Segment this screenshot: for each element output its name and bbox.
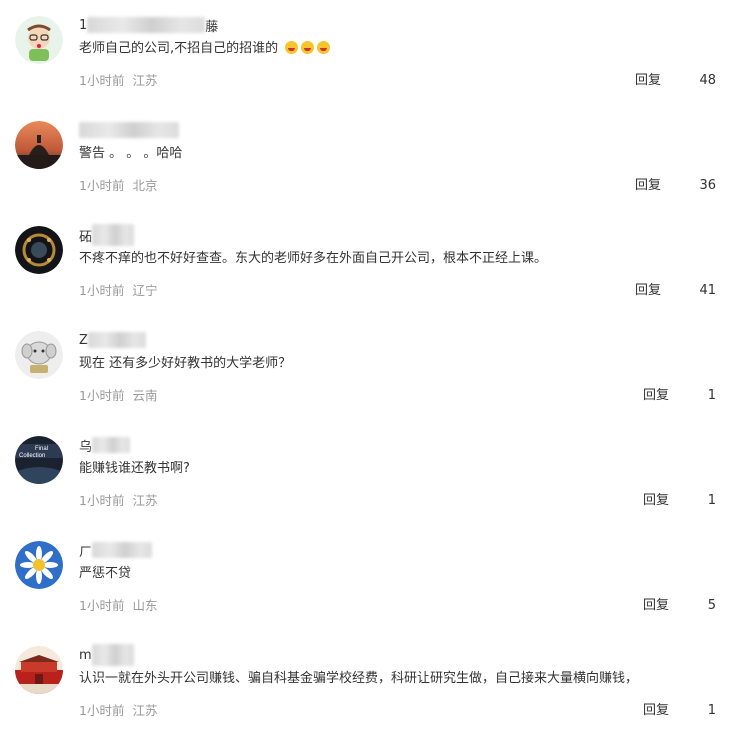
comment-item: m 认识一就在外头开公司赚钱、骗自科基金骗学校经费，科研让研究生做，自己接来大量… xyxy=(0,644,733,751)
like-count[interactable]: 1 xyxy=(708,492,716,510)
comment-meta: 1小时前 江苏 xyxy=(79,492,157,510)
comment-item: 警告 。 。 。哈哈 1小时前 北京 回复 36 xyxy=(0,121,733,226)
avatar[interactable]: Final Collection xyxy=(15,436,63,484)
comment-location: 山东 xyxy=(132,598,158,613)
like-count[interactable]: 48 xyxy=(699,72,716,90)
username-visible: 乌 xyxy=(79,439,93,455)
avatar[interactable] xyxy=(15,121,63,169)
username-blurred xyxy=(87,332,146,348)
comment-item: ㄏ 严惩不贷 1小时前 山东 回复 5 xyxy=(0,541,733,646)
username[interactable]: 乌 xyxy=(79,436,131,455)
comment-text: 老师自己的公司,不招自己的招谁的 xyxy=(79,40,331,58)
like-count[interactable]: 36 xyxy=(699,177,716,195)
comment-location: 江苏 xyxy=(132,493,158,508)
comment-item: 砳 不疼不痒的也不好好查查。东大的老师好多在外面自己开公司，根本不正经上课。 1… xyxy=(0,224,733,331)
username[interactable]: m xyxy=(79,644,134,666)
like-count[interactable]: 1 xyxy=(708,387,716,405)
username-blurred xyxy=(92,437,131,453)
username[interactable]: 1 藤 xyxy=(79,16,219,35)
comment-time: 1小时前 xyxy=(79,703,125,718)
username-blurred xyxy=(79,122,179,138)
comment-item: Final Collection 乌 能赚钱谁还教书啊? 1小时前 江苏 回复 1 xyxy=(0,436,733,541)
username-visible: m xyxy=(79,647,92,663)
comment-meta: 1小时前 山东 xyxy=(79,597,157,615)
username-visible: ㄏ xyxy=(79,544,93,560)
comment-location: 江苏 xyxy=(132,73,158,88)
comment-time: 1小时前 xyxy=(79,73,125,88)
laughing-tears-icon xyxy=(317,41,331,54)
avatar[interactable] xyxy=(15,331,63,379)
reply-button[interactable]: 回复 xyxy=(635,177,661,195)
username-blurred xyxy=(91,644,134,666)
comment-time: 1小时前 xyxy=(79,598,125,613)
username-visible: Z xyxy=(79,332,88,348)
laughing-tears-icon xyxy=(301,41,315,54)
comment-text: 现在 还有多少好好教书的大学老师？ xyxy=(79,356,292,371)
like-count[interactable]: 1 xyxy=(708,702,716,720)
comment-text: 警告 。 。 。哈哈 xyxy=(79,146,183,161)
username-blurred xyxy=(92,224,135,246)
avatar[interactable] xyxy=(15,226,63,274)
comment-time: 1小时前 xyxy=(79,493,125,508)
comment-location: 江苏 xyxy=(132,703,158,718)
comment-location: 北京 xyxy=(132,178,158,193)
reply-button[interactable]: 回复 xyxy=(635,282,661,300)
reply-button[interactable]: 回复 xyxy=(643,387,669,405)
comment-text: 认识一就在外头开公司赚钱、骗自科基金骗学校经费，科研让研究生做，自己接来大量横向… xyxy=(79,671,639,686)
reply-button[interactable]: 回复 xyxy=(643,492,669,510)
comment-meta: 1小时前 辽宁 xyxy=(79,282,157,300)
comment-meta: 1小时前 北京 xyxy=(79,177,157,195)
reply-button[interactable]: 回复 xyxy=(635,72,661,90)
username-visible: 1 xyxy=(79,17,88,33)
comment-text: 严惩不贷 xyxy=(79,566,132,581)
username-tail: 藤 xyxy=(205,19,219,35)
reply-button[interactable]: 回复 xyxy=(643,597,669,615)
comment-meta: 1小时前 江苏 xyxy=(79,702,157,720)
comment-item: Z 现在 还有多少好好教书的大学老师？ 1小时前 云南 回复 1 xyxy=(0,331,733,436)
username[interactable] xyxy=(79,121,179,139)
comment-meta: 1小时前 云南 xyxy=(79,387,157,405)
svg-text:Collection: Collection xyxy=(19,453,45,459)
svg-text:Final: Final xyxy=(35,446,48,452)
comment-item: 1 藤 老师自己的公司,不招自己的招谁的 1小时前 江苏 回复 48 xyxy=(0,16,733,121)
avatar[interactable] xyxy=(15,16,63,64)
comment-time: 1小时前 xyxy=(79,178,125,193)
username-visible: 砳 xyxy=(79,229,93,245)
comment-meta: 1小时前 江苏 xyxy=(79,72,157,90)
comment-location: 辽宁 xyxy=(132,283,158,298)
laughing-tears-icon xyxy=(285,41,299,54)
comment-text-content: 老师自己的公司,不招自己的招谁的 xyxy=(79,41,279,56)
avatar[interactable] xyxy=(15,541,63,589)
comment-time: 1小时前 xyxy=(79,388,125,403)
like-count[interactable]: 5 xyxy=(708,597,716,615)
username-blurred xyxy=(87,17,206,33)
comment-location: 云南 xyxy=(132,388,158,403)
avatar[interactable] xyxy=(15,646,63,694)
comment-text: 不疼不痒的也不好好查查。东大的老师好多在外面自己开公司，根本不正经上课。 xyxy=(79,251,548,266)
comment-text: 能赚钱谁还教书啊? xyxy=(79,461,190,476)
username[interactable]: Z xyxy=(79,331,146,349)
like-count[interactable]: 41 xyxy=(699,282,716,300)
reply-button[interactable]: 回复 xyxy=(643,702,669,720)
username[interactable]: ㄏ xyxy=(79,541,153,560)
username-blurred xyxy=(92,542,153,558)
comment-time: 1小时前 xyxy=(79,283,125,298)
username[interactable]: 砳 xyxy=(79,224,135,246)
